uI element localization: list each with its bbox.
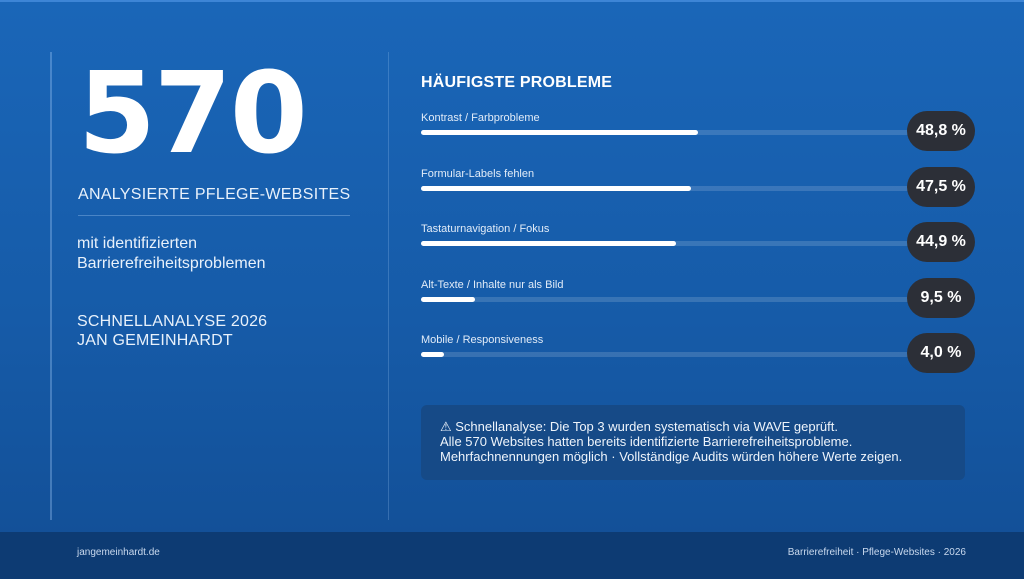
left-divider bbox=[50, 52, 52, 520]
bar-value-badge: 47,5 % bbox=[907, 166, 975, 207]
hero-description: mit identifizierten Barrierefreiheitspro… bbox=[77, 235, 266, 272]
bar-row: Formular-Labels fehlen 47,5 % bbox=[421, 166, 977, 212]
footer: jangemeinhardt.de Barrierefreiheit · Pfl… bbox=[0, 532, 1024, 579]
bar-fill bbox=[421, 130, 698, 135]
bar-track bbox=[421, 185, 909, 191]
chart-title: HÄUFIGSTE PROBLEME bbox=[421, 74, 613, 91]
bar-track bbox=[421, 130, 909, 135]
bar-value-badge: 4,0 % bbox=[907, 333, 975, 373]
note-line-2: Alle 570 Websites hatten bereits identif… bbox=[440, 434, 853, 449]
hero-caption: ANALYSIERTE PFLEGE-WEBSITES bbox=[78, 186, 351, 203]
bar-value-badge: 44,9 % bbox=[907, 222, 975, 262]
bar-track bbox=[421, 296, 909, 302]
hero-number: 570 bbox=[78, 49, 308, 179]
bar-row: Mobile / Responsiveness 4,0 % bbox=[421, 333, 977, 378]
bar-row: Tastaturnavigation / Fokus 44,9 % bbox=[421, 222, 977, 267]
info-note-text: ⚠ Schnellanalyse: Die Top 3 wurden syste… bbox=[440, 419, 902, 464]
hero-meta: SCHNELLANALYSE 2026 JAN GEMEINHARDT bbox=[77, 312, 267, 350]
info-note: ⚠ Schnellanalyse: Die Top 3 wurden syste… bbox=[421, 405, 965, 480]
bar-track bbox=[421, 352, 909, 357]
meta-author: JAN GEMEINHARDT bbox=[77, 332, 233, 349]
footer-info: Barrierefreiheit · Pflege-Websites · 202… bbox=[787, 547, 966, 558]
center-divider bbox=[388, 52, 389, 520]
bar-label: Alt-Texte / Inhalte nur als Bild bbox=[421, 278, 564, 291]
bar-label: Mobile / Responsiveness bbox=[421, 334, 544, 346]
bar-fill bbox=[421, 296, 475, 302]
bar-fill bbox=[421, 352, 444, 357]
bar-fill bbox=[421, 185, 691, 191]
note-line-3: Mehrfachnennungen möglich · Vollständige… bbox=[440, 449, 903, 464]
note-line-1: ⚠ Schnellanalyse: Die Top 3 wurden syste… bbox=[440, 419, 838, 434]
bar-track bbox=[421, 241, 909, 246]
top-accent-line bbox=[0, 0, 1024, 2]
bar-fill bbox=[421, 241, 676, 246]
bar-value-badge: 9,5 % bbox=[907, 277, 975, 318]
bar-label: Formular-Labels fehlen bbox=[421, 167, 535, 180]
bar-row: Alt-Texte / Inhalte nur als Bild 9,5 % bbox=[421, 277, 977, 323]
bar-chart: Kontrast / Farbprobleme 48,8 % Formular-La… bbox=[421, 111, 977, 378]
bar-value-badge: 48,8 % bbox=[907, 111, 975, 151]
bar-label: Tastaturnavigation / Fokus bbox=[421, 223, 550, 235]
bar-row: Kontrast / Farbprobleme 48,8 % bbox=[421, 111, 977, 156]
caption-separator bbox=[78, 215, 350, 216]
meta-title: SCHNELLANALYSE 2026 bbox=[77, 313, 268, 330]
footer-domain: jangemeinhardt.de bbox=[77, 547, 160, 558]
bar-label: Kontrast / Farbprobleme bbox=[421, 112, 540, 124]
